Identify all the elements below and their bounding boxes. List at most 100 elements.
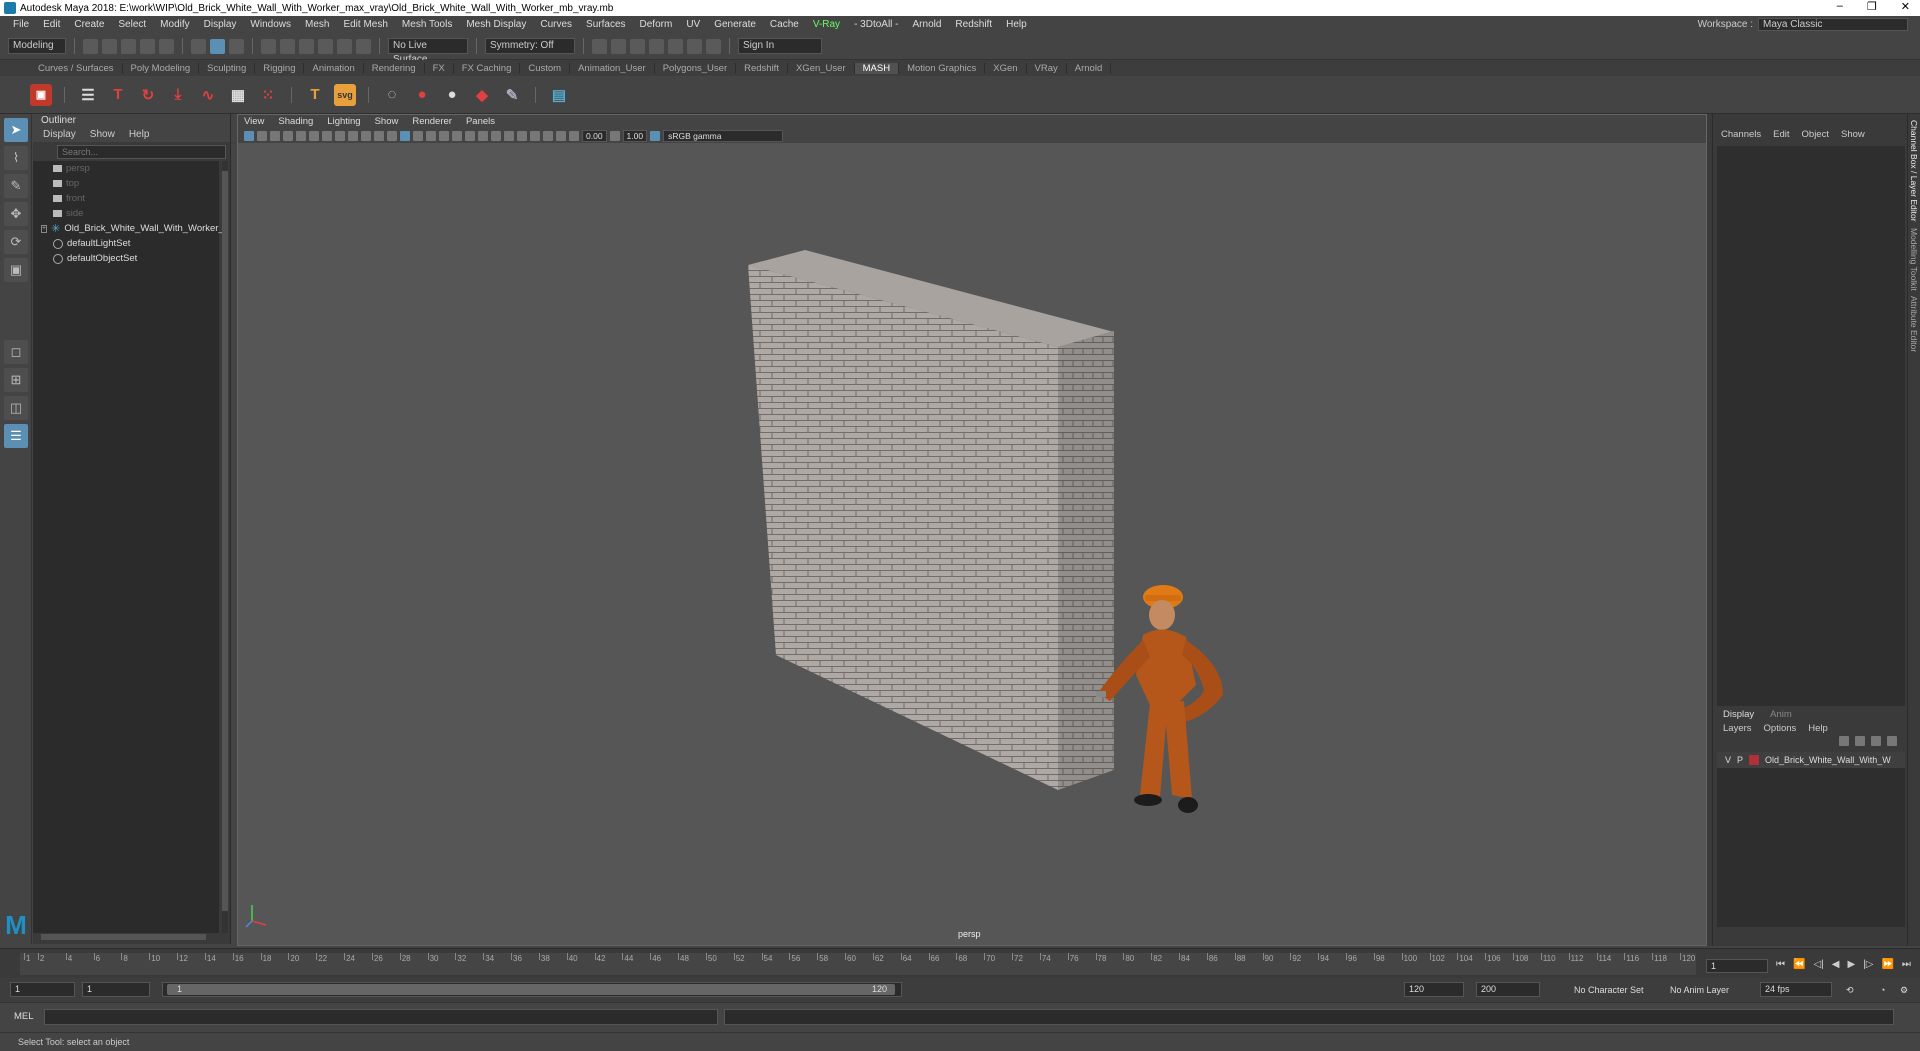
menu-modify[interactable]: Modify <box>153 19 196 30</box>
mash-grid-icon[interactable]: ▦ <box>227 84 249 106</box>
layer-menu-layers[interactable]: Layers <box>1723 722 1752 736</box>
outliner-item[interactable]: persp <box>33 161 219 176</box>
exposure-field[interactable]: 0.00 <box>582 129 607 142</box>
menu-file[interactable]: File <box>6 19 36 30</box>
menu-generate[interactable]: Generate <box>707 19 763 30</box>
history-icon[interactable] <box>592 38 607 54</box>
restore-button[interactable]: ❐ <box>1867 0 1877 13</box>
menu-redshift[interactable]: Redshift <box>948 19 999 30</box>
shadows-icon[interactable] <box>452 130 462 141</box>
wireframe-icon[interactable] <box>387 130 397 141</box>
viewport-menu-panels[interactable]: Panels <box>466 115 495 128</box>
motion-blur-icon[interactable] <box>478 130 488 141</box>
resolution-gate-icon[interactable] <box>322 130 332 141</box>
wireframe-on-shaded-icon[interactable] <box>413 130 423 141</box>
depth-of-field-icon[interactable] <box>504 130 514 141</box>
menu-v-ray[interactable]: V-Ray <box>806 19 847 30</box>
new-layer-from-selection-icon[interactable] <box>1887 736 1897 746</box>
script-icon[interactable]: ▤ <box>548 84 570 106</box>
render-view-icon[interactable] <box>687 38 702 54</box>
xray-joints-icon[interactable] <box>543 130 553 141</box>
shelf-tab-vray[interactable]: VRay <box>1027 62 1067 74</box>
shelf-tab-arnold[interactable]: Arnold <box>1067 62 1112 74</box>
shelf-tab-polygons-user[interactable]: Polygons_User <box>655 62 737 74</box>
pause-icon[interactable] <box>706 38 721 54</box>
select-hierarchy-icon[interactable] <box>191 38 206 54</box>
move-layer-down-icon[interactable] <box>1855 736 1865 746</box>
rotate-tool-icon[interactable]: ⟳ <box>4 230 28 254</box>
textured-icon[interactable] <box>426 130 436 141</box>
menu-edit-mesh[interactable]: Edit Mesh <box>336 19 394 30</box>
shelf-tab-xgen-user[interactable]: XGen_User <box>788 62 855 74</box>
lights-icon[interactable] <box>439 130 449 141</box>
playback-start-field[interactable]: 1 <box>82 982 150 997</box>
motion-trail-icon[interactable]: ◌ <box>381 84 403 106</box>
menu-deform[interactable]: Deform <box>633 19 680 30</box>
outliner-item[interactable]: side <box>33 206 219 221</box>
type-tool-icon[interactable]: T <box>304 84 326 106</box>
record-icon[interactable]: ● <box>411 84 433 106</box>
command-input[interactable] <box>44 1009 718 1025</box>
mash-drop-icon[interactable]: ⤓ <box>167 84 189 106</box>
mash-network-icon[interactable]: ▣ <box>30 83 52 106</box>
film-gate-icon[interactable] <box>309 130 319 141</box>
menu-uv[interactable]: UV <box>679 19 707 30</box>
shelf-tab-redshift[interactable]: Redshift <box>736 62 788 74</box>
step-forward-key-icon[interactable]: ⏩ <box>1881 959 1893 970</box>
start-time-field[interactable]: 1 <box>10 982 75 997</box>
channel-box-menu-object[interactable]: Object <box>1802 128 1829 142</box>
viewport-menu-renderer[interactable]: Renderer <box>412 115 452 128</box>
layer-tab-display[interactable]: Display <box>1723 708 1754 722</box>
outliner-item[interactable]: defaultObjectSet <box>33 251 219 266</box>
anim-prefs-icon[interactable]: ⚙ <box>1900 985 1908 996</box>
viewport-menu-shading[interactable]: Shading <box>278 115 313 128</box>
edge-tab-modelling-toolkit[interactable]: Modelling Toolkit <box>1909 228 1919 291</box>
ambient-occlusion-icon[interactable] <box>465 130 475 141</box>
outliner-item[interactable]: top <box>33 176 219 191</box>
mel-label[interactable]: MEL <box>14 1011 34 1022</box>
shelf-tab-motion-graphics[interactable]: Motion Graphics <box>899 62 986 74</box>
shelf-tab-sculpting[interactable]: Sculpting <box>199 62 256 74</box>
color-space-dropdown[interactable]: sRGB gamma <box>663 129 784 142</box>
current-frame-field[interactable]: 1 <box>1706 959 1768 973</box>
shelf-tab-curves-surfaces[interactable]: Curves / Surfaces <box>30 62 123 74</box>
single-view-icon[interactable]: ◻ <box>4 340 28 364</box>
viewport-menu-show[interactable]: Show <box>375 115 399 128</box>
render-frame-icon[interactable] <box>611 38 626 54</box>
snap-surface-icon[interactable] <box>337 38 352 54</box>
menu-arnold[interactable]: Arnold <box>906 19 949 30</box>
outliner-item[interactable]: + ✳ Old_Brick_White_Wall_With_Worker_ <box>33 221 224 236</box>
character-set-dropdown[interactable]: No Character Set <box>1574 985 1644 995</box>
menu-mesh[interactable]: Mesh <box>298 19 336 30</box>
redo-icon[interactable] <box>159 38 174 54</box>
step-back-key-icon[interactable]: ⏪ <box>1793 959 1805 970</box>
end-time-field[interactable]: 200 <box>1476 982 1540 997</box>
render-settings-icon[interactable] <box>649 38 664 54</box>
channel-box-menu-channels[interactable]: Channels <box>1721 128 1761 142</box>
menu-3dtoall[interactable]: - 3DtoAll - <box>847 19 905 30</box>
anim-layer-dropdown[interactable]: No Anim Layer <box>1670 985 1729 995</box>
shelf-tab-animation[interactable]: Animation <box>304 62 364 74</box>
xray-icon[interactable] <box>530 130 540 141</box>
scale-tool-icon[interactable]: ▣ <box>4 258 28 282</box>
move-layer-up-icon[interactable] <box>1839 736 1849 746</box>
svg-tool-icon[interactable]: svg <box>334 83 356 106</box>
loop-icon[interactable]: ⟲ <box>1846 985 1854 996</box>
menu-select[interactable]: Select <box>111 19 153 30</box>
outliner-menu-help[interactable]: Help <box>129 127 150 142</box>
menu-display[interactable]: Display <box>197 19 244 30</box>
viewport-menu-lighting[interactable]: Lighting <box>327 115 360 128</box>
camera-select-icon[interactable] <box>257 130 267 141</box>
field-chart-icon[interactable] <box>348 130 358 141</box>
play-forward-icon[interactable]: ▶ <box>1847 959 1855 970</box>
layer-menu-options[interactable]: Options <box>1764 722 1797 736</box>
undo-icon[interactable] <box>140 38 155 54</box>
play-backward-icon[interactable]: ◀ <box>1832 959 1840 970</box>
viewport-menu-view[interactable]: View <box>244 115 264 128</box>
expand-icon[interactable]: + <box>41 224 48 233</box>
menu-create[interactable]: Create <box>67 19 111 30</box>
isolate-select-icon[interactable] <box>517 130 527 141</box>
auto-key-icon[interactable]: ◔ <box>1880 985 1885 995</box>
image-plane-icon[interactable] <box>283 130 293 141</box>
backface-culling-icon[interactable] <box>556 130 566 141</box>
